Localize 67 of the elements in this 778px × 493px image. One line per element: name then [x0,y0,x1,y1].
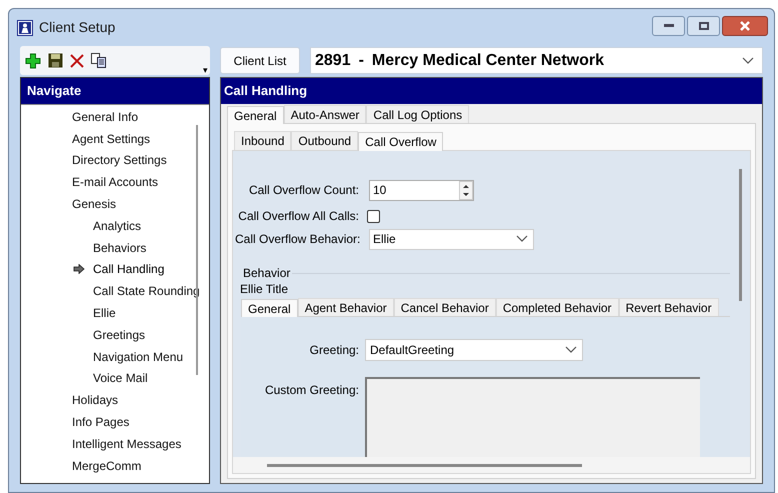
nav-item[interactable]: Holidays [72,391,118,410]
nav-item[interactable]: Intelligent Messages [72,434,182,453]
window-title: Client Setup [39,18,116,37]
tab[interactable]: Cancel Behavior [394,298,496,316]
close-button[interactable] [722,16,768,36]
save-icon[interactable] [48,53,63,68]
chevron-down-icon [742,56,754,64]
nav-item[interactable]: Behaviors [93,238,146,257]
client-number: 2891 [315,50,351,70]
greeting-dropdown[interactable]: DefaultGreeting [365,339,583,361]
nav-item[interactable]: Call State Rounding [93,282,200,300]
vertical-scrollbar-thumb[interactable] [739,169,742,301]
delete-icon[interactable] [70,54,84,68]
copy-icon[interactable] [91,53,107,68]
checkbox[interactable] [367,210,380,222]
tab[interactable]: Auto-Answer [284,105,366,123]
nav-item[interactable]: Navigation Menu [93,348,184,366]
tab[interactable]: Inbound [234,131,292,150]
client-name: Mercy Medical Center Network [372,50,604,70]
tab[interactable]: Outbound [291,131,358,150]
field-value: 10 [372,182,388,199]
overflow-button[interactable]: ▾ [203,66,208,75]
nav-item[interactable]: Agent Settings [72,130,150,148]
nav-item[interactable]: Directory Settings [72,151,167,170]
chevron-down-icon [516,235,528,243]
chevron-down-icon [565,346,577,354]
client-dropdown[interactable]: 2891 - Mercy Medical Center Network [310,47,763,74]
count-spinner[interactable]: 10 [369,180,474,200]
field-label: Call Overflow Count: [248,182,359,199]
nav-item[interactable]: Voice Mail [93,369,148,388]
tab[interactable]: Completed Behavior [496,298,619,316]
tab[interactable]: Revert Behavior [618,298,719,316]
scrollbar-thumb[interactable] [196,125,198,375]
nav-item[interactable]: Greetings [93,326,146,344]
client-list-button[interactable]: Client List [220,47,300,74]
horizontal-scrollbar-thumb[interactable] [267,464,582,466]
tab[interactable]: Call Overflow [358,132,444,151]
plus-icon[interactable] [25,52,41,68]
panel-title: Navigate [27,82,82,100]
tab[interactable]: Agent Behavior [298,298,394,316]
custom-greeting-field[interactable] [365,377,700,457]
spinner-arrows-icon[interactable] [459,180,473,200]
nav-item[interactable]: Info Pages [72,413,130,432]
tab[interactable]: Call Log Options [366,105,470,123]
maximize-button[interactable] [687,16,720,36]
tab[interactable]: General [227,106,284,124]
nav-item[interactable]: Analytics [93,216,142,235]
group-title: Behavior [243,265,290,282]
arrow-right-icon [73,264,85,274]
close-icon [739,20,751,30]
separator-text: - [358,50,364,70]
nav-item[interactable]: E-mail Accounts [72,173,158,192]
nav-item[interactable]: MergeComm [72,456,142,475]
nav-item[interactable]: Genesis [72,195,116,214]
minimize-button[interactable] [652,16,685,36]
nav-item[interactable]: Call Handling [93,260,164,278]
field-label: Custom Greeting: [264,382,359,399]
app-icon [17,20,33,36]
field-label: Call Overflow All Calls: [237,208,359,225]
group-subtitle: Ellie Title [240,282,290,297]
field-label: Call Overflow Behavior: [235,231,359,248]
nav-item[interactable]: Ellie [93,304,116,322]
field-label: Greeting: [308,342,359,359]
behavior-dropdown[interactable]: Ellie [369,228,534,250]
tab[interactable]: General [241,299,298,317]
nav-item[interactable]: General Info [72,108,138,126]
section-title: Call Handling [224,82,308,100]
